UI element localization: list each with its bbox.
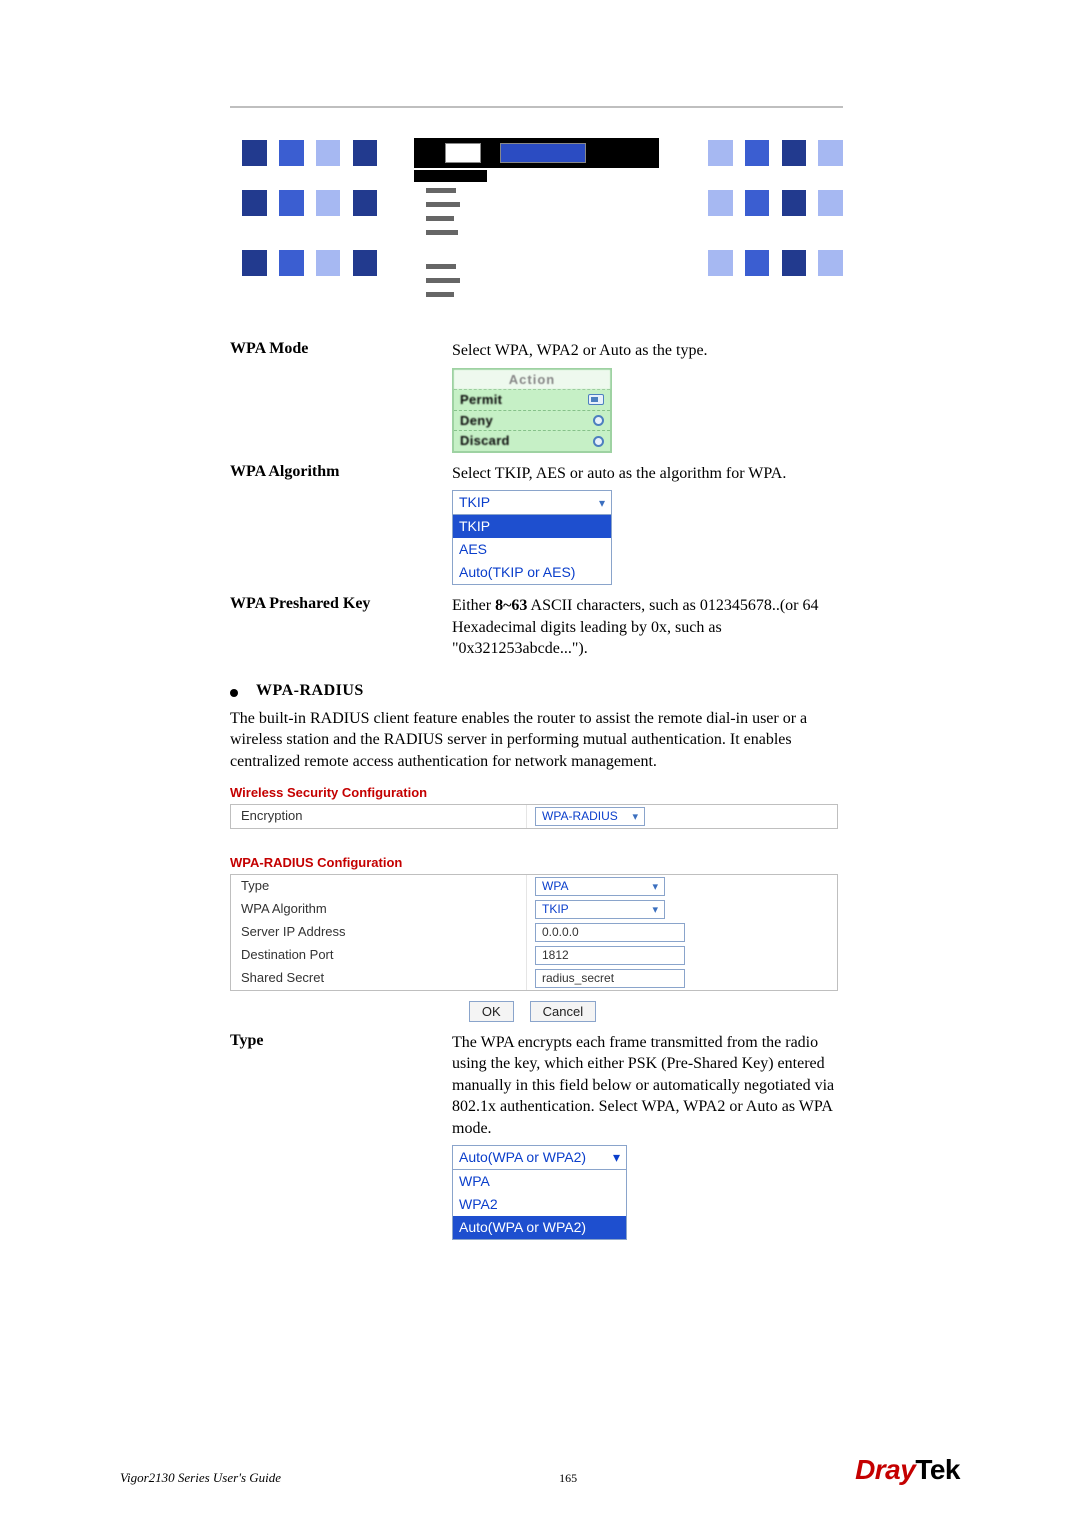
config-row-label: Type [231, 875, 527, 898]
config-row: Server IP Address 0.0.0.0 [231, 921, 837, 944]
section-heading: WPA-RADIUS [230, 682, 835, 700]
wireless-security-config-figure: Wireless Security Configuration Encrypti… [230, 785, 835, 829]
def-wpa-mode: WPA Mode Select WPA, WPA2 or Auto as the… [230, 340, 835, 453]
type-dropdown-graphic: Auto(WPA or WPA2) ▾ WPA WPA2 Auto(WPA or… [452, 1145, 627, 1240]
book-title: Vigor2130 Series User's Guide [120, 1470, 281, 1486]
encryption-select[interactable]: WPA-RADIUS ▾ [535, 807, 645, 826]
def-desc: Either 8~63 ASCII characters, such as 01… [452, 595, 835, 660]
config-row: Destination Port 1812 [231, 944, 837, 967]
radio-icon [593, 415, 604, 426]
config-select[interactable]: TKIP▾ [535, 900, 665, 919]
section-paragraph: The built-in RADIUS client feature enabl… [230, 708, 835, 773]
config-row-label: Destination Port [231, 944, 527, 967]
top-mosaic-graphic [230, 110, 843, 320]
def-type: Type The WPA encrypts each frame transmi… [230, 1032, 835, 1241]
def-label: WPA Mode [230, 340, 440, 453]
def-label: Type [230, 1032, 440, 1241]
config-row: Type WPA▾ [231, 875, 837, 898]
def-wpa-algorithm: WPA Algorithm Select TKIP, AES or auto a… [230, 463, 835, 585]
def-desc: Select TKIP, AES or auto as the algorith… [452, 463, 835, 485]
page-footer: Vigor2130 Series User's Guide 165 DrayTe… [120, 1454, 960, 1486]
def-desc: The WPA encrypts each frame transmitted … [452, 1032, 835, 1140]
config-row-label: WPA Algorithm [231, 898, 527, 921]
config-input[interactable]: 1812 [535, 946, 685, 965]
chevron-down-icon: ▾ [652, 880, 658, 893]
def-label: WPA Algorithm [230, 463, 440, 585]
chevron-down-icon: ▾ [652, 903, 658, 916]
def-label: WPA Preshared Key [230, 595, 440, 664]
config-row-label: Shared Secret [231, 967, 527, 990]
config-row: Shared Secret radius_secret [231, 967, 837, 990]
chevron-down-icon: ▾ [599, 495, 605, 511]
algorithm-dropdown-graphic: TKIP ▾ TKIP AES Auto(TKIP or AES) [452, 490, 612, 585]
chevron-down-icon: ▾ [613, 1148, 620, 1167]
config-input[interactable]: 0.0.0.0 [535, 923, 685, 942]
action-dropdown-graphic: Action Permit Deny Discard [452, 368, 612, 453]
chevron-down-icon: ▾ [632, 810, 638, 823]
radio-icon [593, 436, 604, 447]
draytek-logo: DrayTek [855, 1454, 960, 1486]
cancel-button[interactable]: Cancel [530, 1001, 596, 1022]
config-input[interactable]: radius_secret [535, 969, 685, 988]
bullet-icon [230, 689, 238, 697]
config-row: WPA Algorithm TKIP▾ [231, 898, 837, 921]
config-row-label: Server IP Address [231, 921, 527, 944]
config-select[interactable]: WPA▾ [535, 877, 665, 896]
def-desc: Select WPA, WPA2 or Auto as the type. [452, 340, 835, 362]
radio-icon [588, 394, 604, 405]
page-number: 165 [559, 1471, 577, 1486]
ok-button[interactable]: OK [469, 1001, 514, 1022]
def-wpa-psk: WPA Preshared Key Either 8~63 ASCII char… [230, 595, 835, 664]
wpa-radius-config-figure: WPA-RADIUS Configuration TypeWPA▾WPA Alg… [230, 855, 835, 1022]
